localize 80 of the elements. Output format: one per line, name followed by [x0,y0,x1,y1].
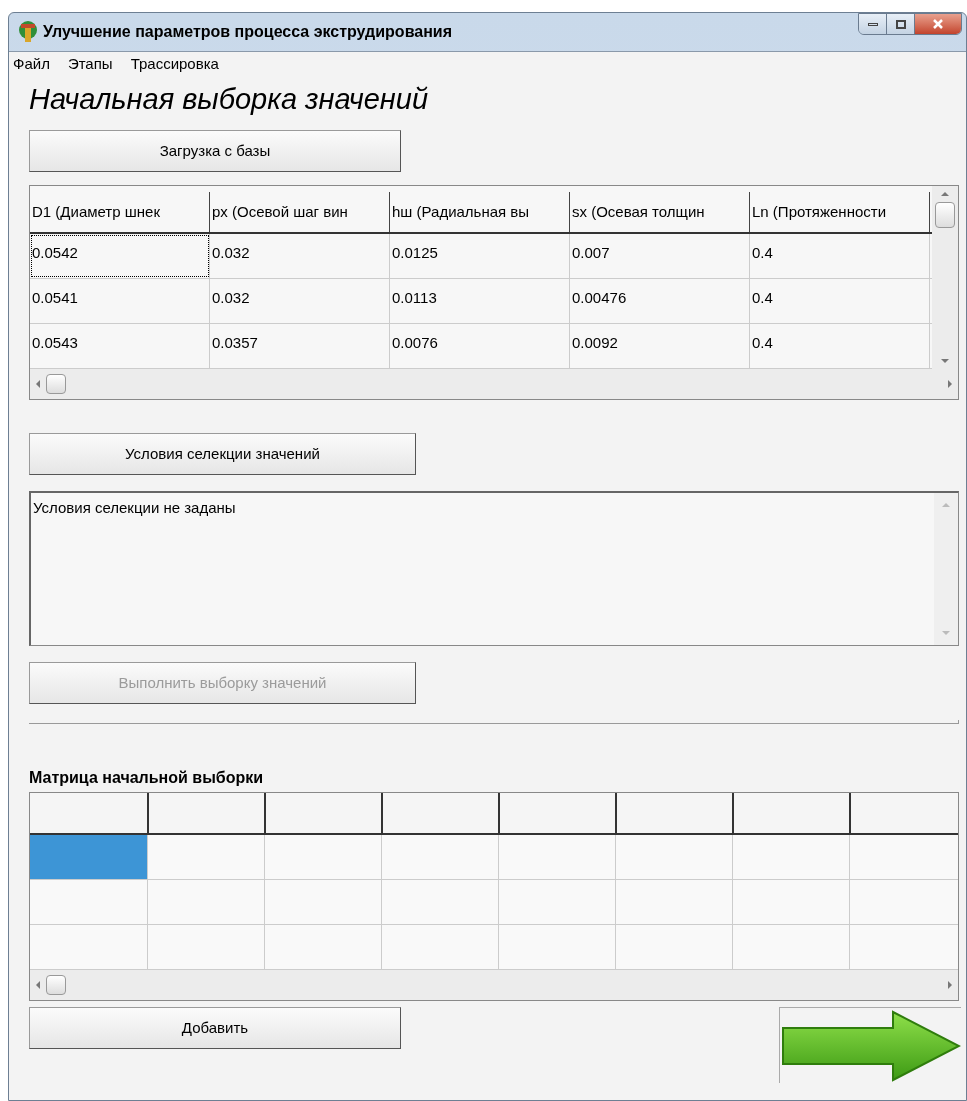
window-title: Улучшение параметров процесса экструдирования [43,22,452,42]
menu-item[interactable]: Файл [13,52,50,76]
column-header[interactable] [849,793,958,835]
scroll-thumb[interactable] [46,975,66,995]
column-header[interactable] [147,793,264,835]
table-cell[interactable]: 0.0543 [30,324,210,368]
conditions-button[interactable]: Условия селекции значений [29,433,416,475]
grid-cell[interactable] [264,835,381,880]
right-arrow-icon [781,1009,961,1082]
table-cell[interactable]: 0.0542 [30,234,210,278]
scroll-down-icon[interactable] [941,629,951,637]
horizontal-scrollbar[interactable] [30,970,958,1000]
scroll-down-icon[interactable] [940,357,950,365]
table-cell[interactable]: 0.032 [210,279,390,323]
menu-item[interactable]: Этапы [67,52,113,76]
table-cell[interactable]: 0.4 [750,234,930,278]
add-button[interactable]: Добавить [29,1007,401,1049]
grid-cell[interactable] [30,835,147,880]
column-header[interactable]: hш (Радиальная вы [390,192,570,232]
grid-cell[interactable] [147,925,264,970]
grid-cell[interactable] [498,835,615,880]
grid-cell[interactable] [498,880,615,925]
grid-cell[interactable] [615,880,732,925]
grid-cell[interactable] [849,925,958,970]
column-header[interactable] [732,793,849,835]
menu-item[interactable]: Трассировка [130,52,219,76]
table-cell[interactable]: 0.0092 [570,324,750,368]
table-cell[interactable]: 0.4 [750,324,930,368]
section-heading: Начальная выборка значений [29,82,430,117]
table-cell[interactable]: 0.0125 [390,234,570,278]
minimize-button[interactable] [859,14,887,34]
app-logo-icon [17,20,39,44]
horizontal-scrollbar[interactable] [30,369,958,399]
conditions-text: Условия селекции не заданы [32,498,237,518]
column-header[interactable] [615,793,732,835]
scroll-up-icon[interactable] [941,501,951,509]
grid-cell[interactable] [498,925,615,970]
table-cell[interactable]: 0.0541 [30,279,210,323]
table-cell[interactable]: 0.0113 [390,279,570,323]
grid-cell[interactable] [147,880,264,925]
close-icon [932,18,944,30]
grid-cell[interactable] [849,835,958,880]
scroll-up-icon[interactable] [940,190,950,198]
grid-cell[interactable] [732,835,849,880]
grid-cell[interactable] [264,880,381,925]
table-cell[interactable]: 0.0076 [390,324,570,368]
grid-cell[interactable] [381,835,498,880]
scroll-right-icon[interactable] [946,980,954,990]
grid-cell[interactable] [381,925,498,970]
close-button[interactable] [915,14,961,34]
grid-cell[interactable] [615,835,732,880]
maximize-button[interactable] [887,14,915,34]
column-header[interactable]: px (Осевой шаг вин [210,192,390,232]
scroll-thumb[interactable] [46,374,66,394]
column-header[interactable]: D1 (Диаметр шнек [30,192,210,232]
grid-cell[interactable] [147,835,264,880]
table-cell[interactable]: 0.00476 [570,279,750,323]
table-cell[interactable]: 0.032 [210,234,390,278]
column-header[interactable] [264,793,381,835]
grid-cell[interactable] [264,925,381,970]
column-header[interactable]: Ln (Протяженности [750,192,930,232]
matrix-title: Матрица начальной выборки [29,768,265,788]
column-header[interactable] [498,793,615,835]
table-cell[interactable]: 0.0357 [210,324,390,368]
grid-cell[interactable] [732,880,849,925]
scroll-left-icon[interactable] [34,980,42,990]
grid-cell[interactable] [615,925,732,970]
table-cell[interactable]: 0.4 [750,279,930,323]
scroll-right-icon[interactable] [946,379,954,389]
vertical-scrollbar[interactable] [932,186,958,369]
grid-cell[interactable] [381,880,498,925]
grid-cell[interactable] [849,880,958,925]
conditions-text-area[interactable]: Условия селекции не заданы [29,491,959,646]
scroll-left-icon[interactable] [34,379,42,389]
scroll-thumb[interactable] [935,202,955,228]
column-header[interactable]: sx (Осевая толщин [570,192,750,232]
load-button[interactable]: Загрузка с базы [29,130,401,172]
table-cell[interactable]: 0.007 [570,234,750,278]
grid-cell[interactable] [732,925,849,970]
column-header[interactable] [381,793,498,835]
